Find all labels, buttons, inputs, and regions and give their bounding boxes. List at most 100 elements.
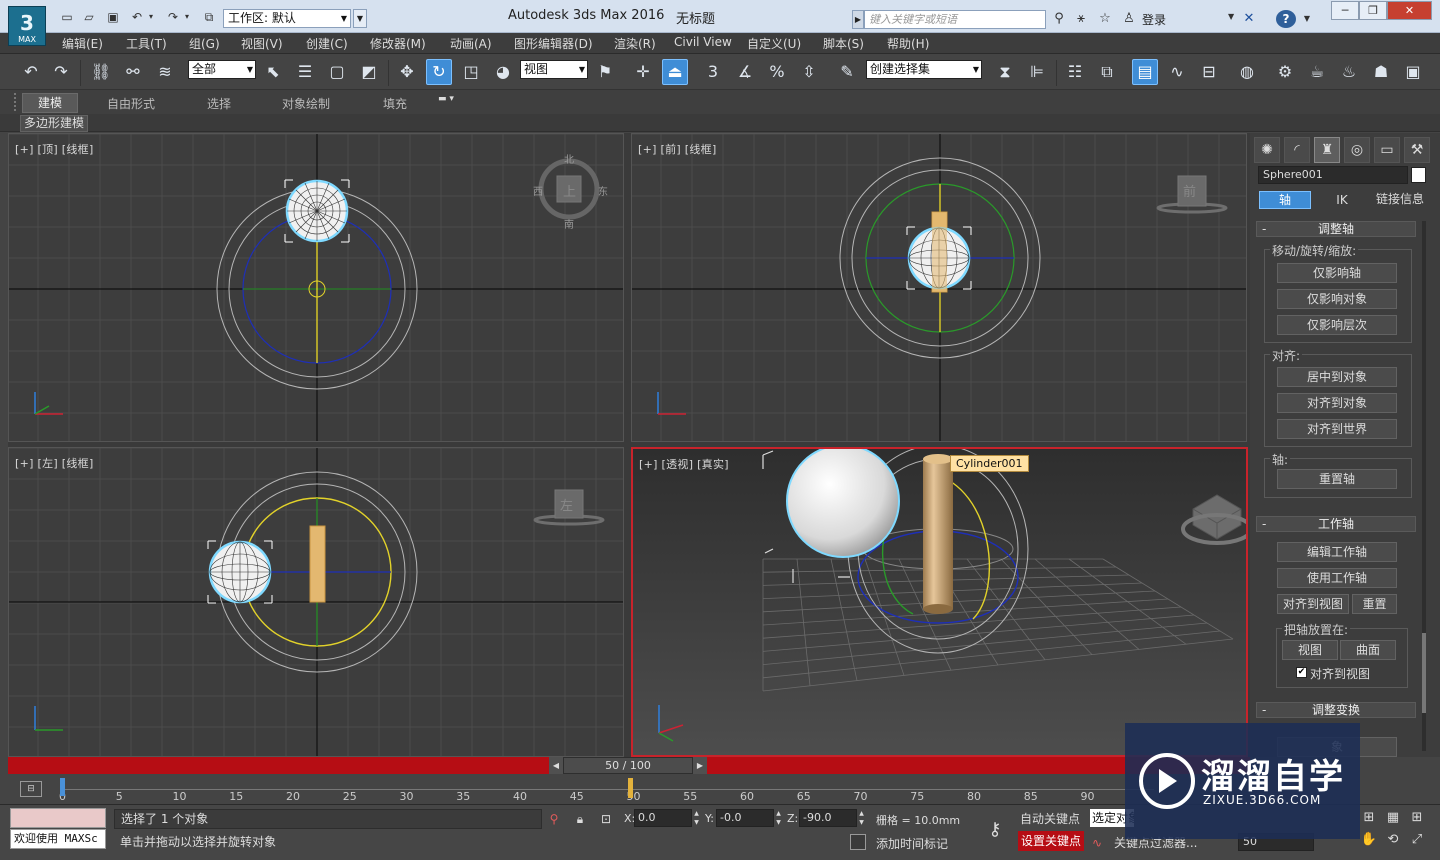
zoom-extents-icon[interactable]: ⊞ [1360,809,1378,827]
display-tab-icon[interactable]: ▭ [1374,137,1400,163]
render-cloud-icon[interactable]: ▣ [1400,59,1426,85]
ribbon-tab-modeling[interactable]: 建模 [22,93,78,113]
search-input[interactable]: 键入关键字或短语 [864,10,1046,29]
place-pivot-view-button[interactable]: 视图 [1282,640,1338,660]
login-link[interactable]: 登录 [1142,11,1166,28]
named-selection-set-dropdown[interactable]: 创建选择集 ▼ [866,60,982,79]
selection-filter-dropdown[interactable]: 全部 ▼ [188,60,256,79]
rollout-adjust-pivot[interactable]: - 调整轴 [1256,221,1416,237]
affect-object-only-button[interactable]: 仅影响对象 [1277,289,1397,309]
search-toggle-icon[interactable]: ▶ [852,10,864,29]
pan-view-icon[interactable]: ✋ [1360,831,1378,849]
rect-region-icon[interactable]: ▢ [324,59,350,85]
rollout-working-pivot[interactable]: - 工作轴 [1256,516,1416,532]
favorites-star-icon[interactable]: ☆ [1096,10,1114,28]
keyboard-shortcut-override-icon[interactable]: ⏏ [662,59,688,85]
affect-hierarchy-only-button[interactable]: 仅影响层次 [1277,315,1397,335]
auto-key-button[interactable]: 自动关键点 [1020,810,1080,827]
link-icon[interactable]: ⛓ [88,59,114,85]
y-spinner[interactable]: ▲ ▼ [774,809,783,827]
set-key-button[interactable]: 设置关键点 [1018,831,1084,851]
maximize-viewport-icon[interactable]: ⤢ [1408,831,1426,849]
unlink-icon[interactable]: ⚯ [120,59,146,85]
viewport-perspective-label[interactable]: [+] [透视] [真实] [639,456,729,472]
orbit-icon[interactable]: ⟲ [1384,831,1402,849]
menu-animation[interactable]: 动画(A) [450,35,492,52]
x-spinner[interactable]: ▲ ▼ [692,809,701,827]
viewcube-top-face[interactable]: 上 [563,181,576,200]
help-icon[interactable]: ? [1276,10,1296,28]
menu-graph-editors[interactable]: 图形编辑器(D) [514,35,593,52]
isolate-selection-icon[interactable]: ⚲ [546,811,562,827]
menu-customize[interactable]: 自定义(U) [747,35,801,52]
track-view-toggle-icon[interactable]: ⊟ [20,781,42,797]
pivot-center-icon[interactable]: ⚑ [592,59,618,85]
track-ruler[interactable] [62,780,1154,790]
z-spinner[interactable]: ▲ ▼ [857,809,866,827]
hierarchy-tab-icon[interactable]: ♜ [1314,137,1340,163]
select-manipulate-icon[interactable]: ✛ [630,59,656,85]
undo-dropdown-icon[interactable]: ▾ [146,9,156,25]
absolute-relative-toggle-icon[interactable]: ⊡ [598,811,614,827]
x-coord-field[interactable]: 0.0 [634,809,692,827]
snap-toggle-icon[interactable]: 3 [700,59,726,85]
selection-lock-icon[interactable]: 🔒︎ [572,811,588,827]
place-pivot-surface-button[interactable]: 曲面 [1340,640,1396,660]
workspace-menu-icon[interactable]: ▼ [353,9,367,28]
viewport-front-label[interactable]: [+] [前] [线框] [638,141,717,157]
affect-pivot-only-button[interactable]: 仅影响轴 [1277,263,1397,283]
menu-views[interactable]: 视图(V) [241,35,283,52]
scale-icon[interactable]: ◳ [458,59,484,85]
redo-dropdown-icon[interactable]: ▾ [182,9,192,25]
maximize-button[interactable]: ❐ [1359,1,1387,20]
ribbon-options-icon[interactable]: ▬ ▾ [438,94,464,110]
chevron-down-icon[interactable]: ▼ [1228,12,1234,21]
ribbon-tab-freeform[interactable]: 自由形式 [107,95,155,112]
menu-group[interactable]: 组(G) [189,35,220,52]
minimize-button[interactable]: ─ [1331,1,1359,20]
viewport-top[interactable]: [+] [顶] [线框] 北 西 东 南 上 [8,133,624,442]
user-icon[interactable]: ♙ [1120,10,1138,28]
exchange-x-icon[interactable]: ✕ [1240,10,1258,28]
layer-icon[interactable]: ☷ [1062,59,1088,85]
menu-modifiers[interactable]: 修改器(M) [370,35,426,52]
command-panel-scroll-thumb[interactable] [1422,633,1426,713]
hierarchy-tab-link-info[interactable]: 链接信息 [1372,191,1428,209]
center-to-object-button[interactable]: 居中到对象 [1277,367,1397,387]
ribbon-grip[interactable] [14,93,18,111]
subscription-icon[interactable]: ⚹ [1072,10,1090,28]
move-icon[interactable]: ✥ [394,59,420,85]
viewport-top-label[interactable]: [+] [顶] [线框] [15,141,94,157]
hierarchy-tab-ik[interactable]: IK [1316,191,1368,209]
key-mode-icon[interactable]: ⚷ [980,819,1010,841]
render-setup-icon[interactable]: ⚙ [1272,59,1298,85]
ribbon-tab-object-paint[interactable]: 对象绘制 [282,95,330,112]
maxscript-mini-listener[interactable]: 欢迎使用 MAXSc [10,829,106,849]
field-of-view-icon[interactable]: ▦ [1384,809,1402,827]
open-file-icon[interactable]: ▱ [80,9,98,25]
utilities-tab-icon[interactable]: ⚒ [1404,137,1430,163]
curve-editor-icon[interactable]: ∿ [1164,59,1190,85]
viewport-left[interactable]: [+] [左] [线框] 左 [8,447,624,757]
percent-snap-icon[interactable]: % [764,59,790,85]
edit-working-pivot-button[interactable]: 编辑工作轴 [1277,542,1397,562]
redo-title-icon[interactable]: ↷ [164,9,182,25]
undo-title-icon[interactable]: ↶ [128,9,146,25]
mirror-icon[interactable]: ⧗ [992,59,1018,85]
align-to-view-button[interactable]: 对齐到视图 [1277,594,1349,614]
current-frame-marker[interactable] [627,778,633,798]
time-slider[interactable]: 50 / 100 [563,757,693,774]
menu-rendering[interactable]: 渲染(R) [614,35,656,52]
bind-spacewarp-icon[interactable]: ≋ [152,59,178,85]
save-file-icon[interactable]: ▣ [104,9,122,25]
create-tab-icon[interactable]: ✺ [1254,137,1280,163]
maxscript-listener-box[interactable] [10,808,106,828]
spinner-snap-icon[interactable]: ⇳ [796,59,822,85]
viewcube-front-face[interactable]: 前 [1183,181,1196,200]
place-icon[interactable]: ◕ [490,59,516,85]
align-icon[interactable]: ⊫ [1024,59,1050,85]
ribbon-tab-selection[interactable]: 选择 [207,95,231,112]
select-object-icon[interactable]: ⬉ [260,59,286,85]
material-editor-icon[interactable]: ◍ [1234,59,1260,85]
app-logo-button[interactable]: 3 MAX [8,6,46,46]
